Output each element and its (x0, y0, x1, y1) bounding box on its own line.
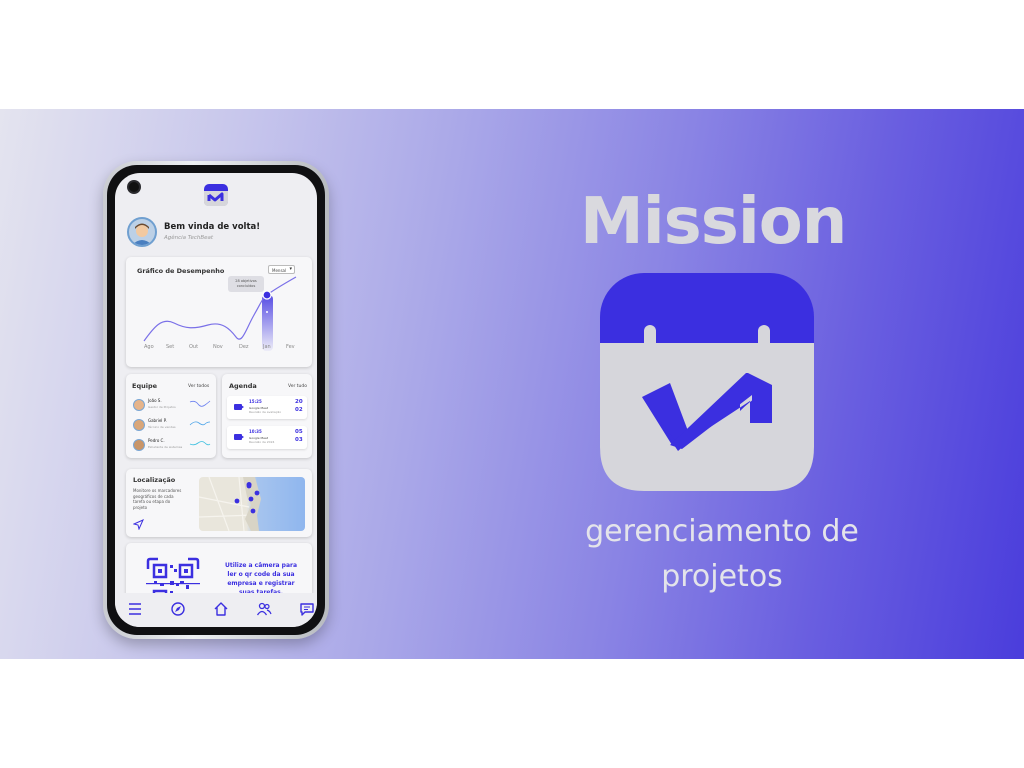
member-avatar (133, 399, 145, 411)
highlight-bar (262, 295, 273, 351)
month-label: Dez (239, 344, 249, 350)
highlight-point[interactable] (262, 290, 272, 300)
mission-calendar-check-icon (600, 273, 814, 491)
avatar[interactable] (127, 217, 157, 247)
team-member-row[interactable]: João S. Gestor de Projetos (133, 397, 211, 413)
month-label: Ago (144, 344, 154, 350)
home-icon[interactable] (213, 601, 229, 617)
compass-icon[interactable] (170, 601, 186, 617)
phone-mockup: Bem vinda de volta! Agência TechBeat Grá… (103, 161, 329, 639)
performance-chart (143, 276, 297, 351)
member-avatar (133, 439, 145, 451)
brand-title: Mission (580, 185, 847, 259)
team-card: Equipe Ver todos João S. Gestor de Proje… (126, 374, 216, 458)
member-name: Gabriel P. (148, 418, 167, 423)
member-role: Gestor de Projetos (148, 405, 176, 409)
member-avatar (133, 419, 145, 431)
member-role: Estudante de sistemas (148, 445, 183, 449)
location-map[interactable] (199, 477, 305, 531)
qr-instructions: Utilize a câmera para ler o qr code da s… (224, 562, 298, 596)
month-label: Jan (263, 344, 271, 350)
agency-name: Agência TechBeat (164, 235, 214, 241)
agenda-event[interactable]: 15:25 Google Meet Reunião de avaliação 2… (227, 396, 307, 419)
event-day: 05 (295, 429, 303, 435)
chat-icon[interactable] (299, 601, 315, 617)
see-all-agenda-link[interactable]: Ver tudo (288, 384, 307, 389)
users-icon[interactable] (256, 601, 272, 617)
app-screen: Bem vinda de volta! Agência TechBeat Grá… (115, 173, 317, 627)
agenda-event[interactable]: 10:35 Google Meet Reunião de 2024 05 03 (227, 426, 307, 449)
event-desc: Reunião de avaliação (249, 410, 282, 414)
activity-wave (189, 400, 211, 407)
greeting-title: Bem vinda de volta! (164, 222, 261, 232)
front-camera (129, 182, 139, 192)
tagline-line2: projetos (661, 559, 783, 594)
activity-wave (189, 421, 211, 426)
agenda-title: Agenda (229, 382, 257, 390)
bottom-navigation (115, 593, 317, 627)
agenda-card: Agenda Ver tudo 15:25 Google Meet Reuniã… (222, 374, 312, 458)
menu-icon[interactable] (127, 601, 143, 617)
member-name: João S. (148, 398, 162, 403)
team-member-row[interactable]: Pedro C. Estudante de sistemas (133, 437, 211, 453)
month-label: Nov (213, 344, 223, 350)
performance-card: Gráfico de Desempenho Mensal ▾ 28 objeti… (126, 257, 312, 367)
team-member-row[interactable]: Gabriel P. Técnico de vendas (133, 417, 211, 433)
month-label: Out (189, 344, 199, 350)
see-all-team-link[interactable]: Ver todos (188, 384, 209, 389)
team-title: Equipe (132, 382, 158, 390)
performance-line (143, 276, 297, 342)
member-role: Técnico de vendas (148, 425, 176, 429)
event-month: 02 (295, 407, 303, 413)
greeting-header: Bem vinda de volta! Agência TechBeat (127, 217, 317, 253)
activity-wave (189, 441, 211, 446)
month-label: Set (166, 344, 175, 350)
event-day: 20 (295, 399, 303, 405)
location-card[interactable]: Localização Monitore os marcadores geogr… (126, 469, 312, 537)
tagline-line1: gerenciamento de (585, 514, 859, 549)
navigation-arrow-icon[interactable] (133, 519, 144, 530)
location-text: Monitore os marcadores geográficos de ca… (133, 488, 182, 510)
event-time: 15:25 (249, 399, 262, 404)
location-title: Localização (133, 476, 176, 484)
hero-banner: Bem vinda de volta! Agência TechBeat Grá… (0, 109, 1024, 659)
event-month: 03 (295, 437, 303, 443)
member-name: Pedro C. (148, 438, 165, 443)
month-label: Fev (286, 344, 295, 350)
event-desc: Reunião de 2024 (249, 440, 275, 444)
event-time: 10:35 (249, 429, 262, 434)
app-logo-icon (204, 184, 228, 206)
